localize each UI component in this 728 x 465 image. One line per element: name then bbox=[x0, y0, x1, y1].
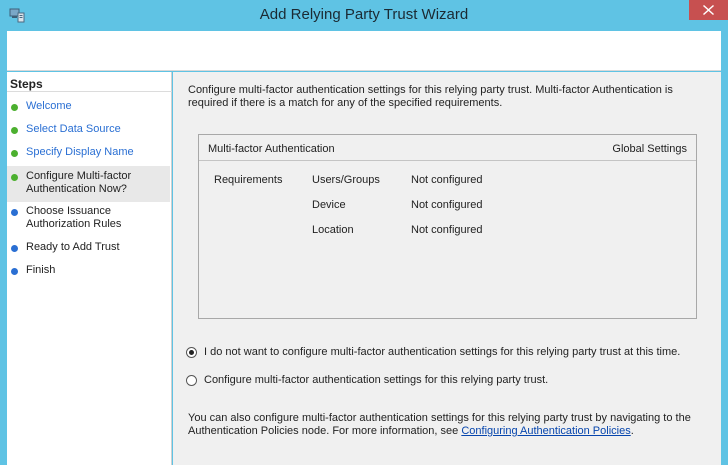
content-pane: Configure multi-factor authentication se… bbox=[173, 72, 721, 465]
step-welcome[interactable]: Welcome bbox=[7, 100, 170, 113]
step-label: Select Data Source bbox=[26, 123, 121, 135]
step-current-icon bbox=[11, 174, 18, 181]
step-label: Ready to Add Trust bbox=[26, 241, 120, 253]
window-title: Add Relying Party Trust Wizard bbox=[259, 6, 469, 23]
requirement-name: Users/Groups bbox=[312, 174, 380, 186]
step-complete-icon bbox=[11, 127, 18, 134]
step-label: Choose Issuance Authorization Rules bbox=[26, 205, 122, 230]
title-bar[interactable]: Add Relying Party Trust Wizard bbox=[0, 0, 728, 31]
requirement-name: Device bbox=[312, 199, 346, 211]
step-label: Specify Display Name bbox=[26, 146, 134, 158]
mfa-table-header: Multi-factor Authentication Global Setti… bbox=[199, 135, 696, 161]
mfa-header-label: Multi-factor Authentication bbox=[208, 143, 335, 155]
requirement-value: Not configured bbox=[411, 199, 483, 211]
radio-button-selected[interactable] bbox=[186, 347, 197, 358]
radio-button[interactable] bbox=[186, 375, 197, 386]
configuring-auth-policies-link[interactable]: Configuring Authentication Policies bbox=[461, 425, 630, 437]
requirements-label: Requirements bbox=[214, 174, 283, 186]
option-label[interactable]: Configure multi-factor authentication se… bbox=[204, 374, 548, 386]
step-label: Configure Multi-factor Authentication No… bbox=[26, 170, 132, 195]
steps-heading: Steps bbox=[10, 77, 43, 91]
intro-text: Configure multi-factor authentication se… bbox=[188, 84, 673, 109]
step-select-data-source[interactable]: Select Data Source bbox=[7, 123, 170, 136]
close-button[interactable] bbox=[689, 0, 728, 20]
step-pending-icon bbox=[11, 268, 18, 275]
step-specify-display-name[interactable]: Specify Display Name bbox=[7, 146, 170, 159]
step-complete-icon bbox=[11, 150, 18, 157]
step-choose-issuance-rules[interactable]: Choose Issuance Authorization Rules bbox=[7, 205, 170, 231]
step-finish[interactable]: Finish bbox=[7, 264, 170, 277]
close-icon bbox=[703, 5, 714, 15]
global-settings-label: Global Settings bbox=[612, 143, 687, 155]
step-pending-icon bbox=[11, 245, 18, 252]
footer-period: . bbox=[630, 425, 634, 437]
step-complete-icon bbox=[11, 104, 18, 111]
steps-divider bbox=[7, 91, 172, 92]
option-label[interactable]: I do not want to configure multi-factor … bbox=[204, 346, 680, 358]
steps-pane: Steps Welcome Select Data Source Specify… bbox=[7, 72, 172, 465]
step-ready-to-add-trust[interactable]: Ready to Add Trust bbox=[7, 241, 170, 254]
mfa-settings-table: Multi-factor Authentication Global Setti… bbox=[198, 134, 697, 319]
wizard-header bbox=[7, 31, 721, 71]
step-label: Finish bbox=[26, 264, 56, 276]
step-configure-mfa[interactable]: Configure Multi-factor Authentication No… bbox=[7, 166, 170, 202]
footer-note: You can also configure multi-factor auth… bbox=[188, 412, 710, 438]
requirement-value: Not configured bbox=[411, 174, 483, 186]
step-label: Welcome bbox=[26, 100, 72, 112]
requirement-name: Location bbox=[312, 224, 354, 236]
requirement-value: Not configured bbox=[411, 224, 483, 236]
step-pending-icon bbox=[11, 209, 18, 216]
